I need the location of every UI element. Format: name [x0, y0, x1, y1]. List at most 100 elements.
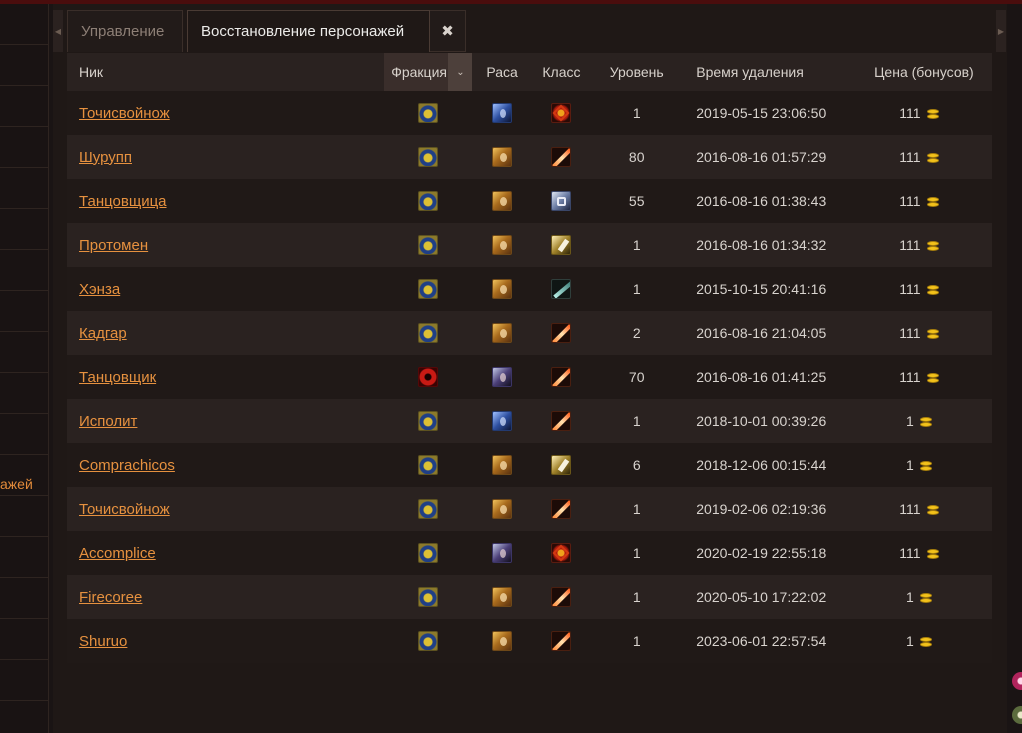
cell-race — [472, 311, 532, 355]
close-icon[interactable]: ✖ — [430, 10, 466, 52]
column-header-faction[interactable]: Фракция ⌄ — [383, 53, 473, 91]
sidebar-item[interactable] — [0, 127, 48, 168]
coin-icon — [926, 285, 939, 296]
coin-icon — [926, 329, 939, 340]
cell-price: 1 — [855, 399, 992, 443]
character-link[interactable]: Хэнза — [79, 281, 120, 298]
character-link[interactable]: Точисвойнож — [79, 501, 170, 518]
cell-nick: Протомен — [67, 223, 384, 267]
cell-level: 1 — [591, 267, 683, 311]
price-value: 111 — [899, 325, 921, 341]
race-portrait-icon — [492, 279, 513, 299]
sidebar-item[interactable] — [0, 168, 48, 209]
table-row: Accomplice 1 2020-02-19 22:55:18 111 — [67, 531, 992, 575]
class-icon — [551, 411, 572, 431]
cell-price: 111 — [855, 135, 992, 179]
cell-faction — [383, 355, 473, 399]
sidebar-item[interactable] — [0, 45, 48, 86]
cell-price: 111 — [855, 91, 992, 135]
sidebar-item[interactable] — [0, 4, 48, 45]
sidebar-item[interactable] — [0, 496, 48, 537]
sidebar-item-label[interactable]: ажей — [0, 476, 33, 492]
alliance-faction-icon — [418, 191, 439, 211]
horde-faction-icon — [418, 367, 439, 387]
character-link[interactable]: Танцовщик — [79, 369, 156, 386]
column-header-nick[interactable]: Ник — [67, 53, 384, 91]
coin-icon — [919, 461, 932, 472]
sidebar-item[interactable] — [0, 619, 48, 660]
chevron-down-icon[interactable]: ⌄ — [448, 53, 473, 91]
sidebar-item[interactable] — [0, 414, 48, 455]
cell-faction — [383, 267, 473, 311]
notification-icon[interactable] — [1012, 672, 1022, 690]
sidebar-item[interactable] — [0, 209, 48, 250]
sidebar-item[interactable] — [0, 660, 48, 701]
alliance-faction-icon — [418, 543, 439, 563]
character-link[interactable]: Точисвойнож — [79, 105, 170, 122]
cell-nick: Танцовщица — [67, 179, 384, 223]
sidebar-item[interactable] — [0, 250, 48, 291]
tab-character-restore[interactable]: Восстановление персонажей — [187, 10, 430, 52]
sidebar-item[interactable] — [0, 332, 48, 373]
character-link[interactable]: Танцовщица — [79, 193, 167, 210]
character-link[interactable]: Шурупп — [79, 149, 132, 166]
class-icon — [551, 499, 572, 519]
cell-faction — [383, 91, 473, 135]
race-portrait-icon — [492, 411, 513, 431]
price-value: 1 — [906, 413, 914, 429]
sidebar-item[interactable] — [0, 373, 48, 414]
sidebar-item[interactable] — [0, 291, 48, 332]
cell-faction — [383, 223, 473, 267]
character-link[interactable]: Исполит — [79, 413, 137, 430]
sidebar-item[interactable] — [0, 86, 48, 127]
column-header-level[interactable]: Уровень — [591, 53, 683, 91]
character-link[interactable]: Протомен — [79, 237, 148, 254]
character-link[interactable]: Кадгар — [79, 325, 127, 342]
alliance-faction-icon — [418, 411, 439, 431]
character-link[interactable]: Shuruo — [79, 633, 127, 650]
notification-icon[interactable] — [1012, 706, 1022, 724]
cell-price: 111 — [855, 487, 992, 531]
coin-icon — [926, 241, 939, 252]
alliance-faction-icon — [418, 587, 439, 607]
price-value: 111 — [899, 237, 921, 253]
column-header-race[interactable]: Раса — [472, 53, 532, 91]
character-link[interactable]: Comprachicos — [79, 457, 175, 474]
cell-faction — [383, 575, 473, 619]
column-header-class[interactable]: Класс — [531, 53, 592, 91]
cell-race — [472, 355, 532, 399]
column-header-price[interactable]: Цена (бонусов) — [855, 53, 992, 91]
cell-race — [472, 443, 532, 487]
class-icon — [551, 147, 572, 167]
table-row: Comprachicos 6 2018-12-06 00:15:44 1 — [67, 443, 992, 487]
race-portrait-icon — [492, 631, 513, 651]
coin-icon — [926, 153, 939, 164]
tab-bar: ◀ Управление Восстановление персонажей ✖… — [53, 4, 1007, 52]
tab-scroll-right-icon[interactable]: ▶ — [996, 10, 1006, 52]
cell-faction — [383, 531, 473, 575]
sidebar-item[interactable] — [0, 578, 48, 619]
cell-deleted-at: 2016-08-16 01:34:32 — [682, 223, 856, 267]
sidebar-item[interactable] — [0, 701, 48, 733]
cell-nick: Firecoree — [67, 575, 384, 619]
cell-class — [531, 443, 592, 487]
character-link[interactable]: Accomplice — [79, 545, 156, 562]
cell-level: 1 — [591, 399, 683, 443]
cell-deleted-at: 2016-08-16 21:04:05 — [682, 311, 856, 355]
column-header-deleted-at[interactable]: Время удаления — [682, 53, 856, 91]
tab-scroll-left-icon[interactable]: ◀ — [53, 10, 63, 52]
race-portrait-icon — [492, 543, 513, 563]
character-link[interactable]: Firecoree — [79, 589, 142, 606]
cell-class — [531, 531, 592, 575]
cell-race — [472, 179, 532, 223]
table-row: Исполит 1 2018-10-01 00:39:26 1 — [67, 399, 992, 443]
tab-management[interactable]: Управление — [67, 10, 183, 52]
cell-level: 55 — [591, 179, 683, 223]
price-value: 111 — [899, 193, 921, 209]
sidebar-item[interactable] — [0, 537, 48, 578]
main-panel: ◀ Управление Восстановление персонажей ✖… — [53, 4, 1007, 733]
cell-price: 1 — [855, 443, 992, 487]
price-value: 1 — [906, 457, 914, 473]
table-header-row: Ник Фракция ⌄ Раса Класс Уровень Время у… — [67, 53, 992, 91]
cell-deleted-at: 2019-02-06 02:19:36 — [682, 487, 856, 531]
